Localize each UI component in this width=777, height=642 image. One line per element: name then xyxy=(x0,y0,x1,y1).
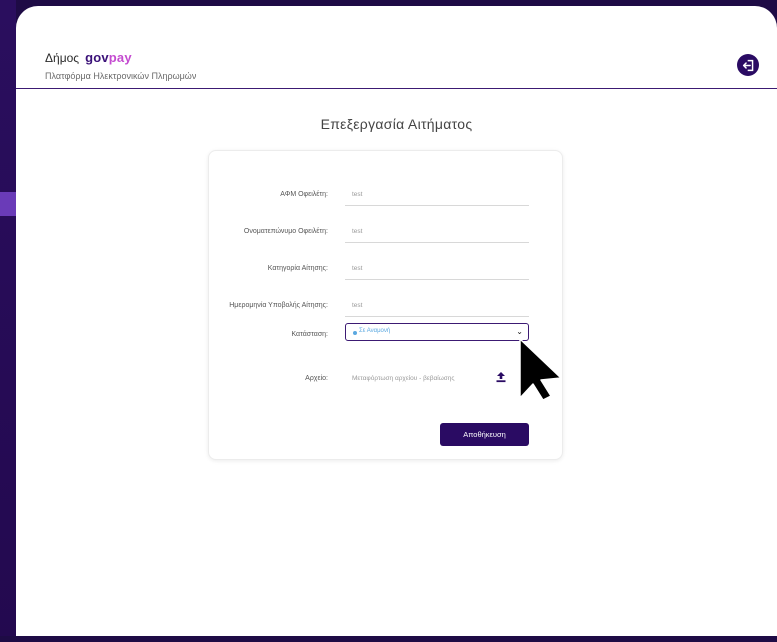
name-row: Ονοματεπώνυμο Οφειλέτη: test xyxy=(209,224,562,244)
date-label: Ημερομηνία Υποβολής Αίτησης: xyxy=(229,302,328,309)
date-row: Ημερομηνία Υποβολής Αίτησης: test xyxy=(209,298,562,318)
date-value: test xyxy=(352,302,363,309)
save-button[interactable]: Αποθήκευση xyxy=(440,423,529,446)
municipality-label: Δήμος xyxy=(45,51,80,65)
sidebar-active-item[interactable] xyxy=(0,192,16,216)
file-upload-placeholder[interactable]: Μεταφόρτωση αρχείου - βεβαίωσης xyxy=(352,375,455,382)
main-panel: Δήμος govpay Πλατφόρμα Ηλεκτρονικών Πληρ… xyxy=(16,6,777,636)
category-field[interactable] xyxy=(345,261,529,280)
afm-field[interactable] xyxy=(345,187,529,206)
page-title: Επεξεργασία Αιτήματος xyxy=(320,116,473,132)
name-value: test xyxy=(352,228,363,235)
govpay-logo: govpay xyxy=(85,50,132,65)
status-selected-value: Σε Αναμονή xyxy=(359,328,391,334)
upload-icon xyxy=(496,372,506,383)
category-value: test xyxy=(352,265,363,272)
afm-value: test xyxy=(352,191,363,198)
afm-label: ΑΦΜ Οφειλέτη: xyxy=(280,191,328,198)
chevron-down-icon: ⌄ xyxy=(516,327,523,336)
file-label: Αρχείο: xyxy=(305,375,328,382)
sidebar xyxy=(0,0,16,642)
logout-icon xyxy=(742,59,753,71)
status-label: Κατάσταση: xyxy=(291,331,328,338)
name-label: Ονοματεπώνυμο Οφειλέτη: xyxy=(243,228,328,235)
mouse-cursor-icon xyxy=(519,338,562,400)
logo-gov-text: gov xyxy=(85,50,109,65)
edit-request-form: ΑΦΜ Οφειλέτη: test Ονοματεπώνυμο Οφειλέτ… xyxy=(208,150,563,460)
category-row: Κατηγορία Αίτησης: test xyxy=(209,261,562,281)
afm-row: ΑΦΜ Οφειλέτη: test xyxy=(209,187,562,207)
logo-pay-text: pay xyxy=(108,50,132,65)
upload-button[interactable] xyxy=(495,370,507,383)
status-select[interactable]: Σε Αναμονή ⌄ xyxy=(345,323,529,341)
status-dot-icon xyxy=(353,331,357,335)
brand: Δήμος govpay xyxy=(45,50,132,65)
name-field[interactable] xyxy=(345,224,529,243)
platform-name: Πλατφόρμα Ηλεκτρονικών Πληρωμών xyxy=(45,71,197,81)
bottom-bar xyxy=(0,636,777,642)
category-label: Κατηγορία Αίτησης: xyxy=(267,265,328,272)
date-field[interactable] xyxy=(345,298,529,317)
logout-button[interactable] xyxy=(737,54,759,76)
header: Δήμος govpay Πλατφόρμα Ηλεκτρονικών Πληρ… xyxy=(16,6,777,89)
